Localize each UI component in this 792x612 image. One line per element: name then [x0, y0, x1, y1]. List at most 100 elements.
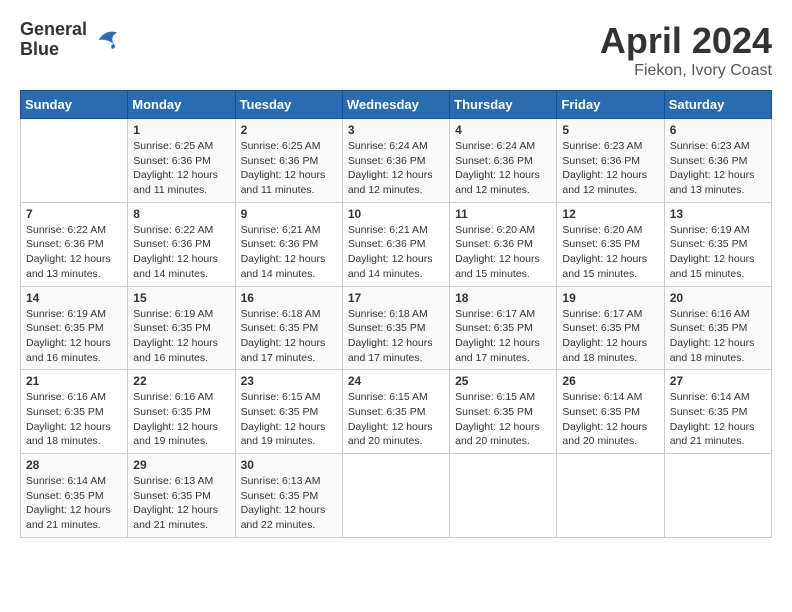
calendar-cell: 2Sunrise: 6:25 AMSunset: 6:36 PMDaylight…	[235, 119, 342, 203]
day-info: Sunrise: 6:24 AMSunset: 6:36 PMDaylight:…	[455, 139, 551, 198]
day-info: Sunrise: 6:23 AMSunset: 6:36 PMDaylight:…	[562, 139, 658, 198]
title-block: April 2024 Fiekon, Ivory Coast	[600, 20, 772, 80]
day-info: Sunrise: 6:18 AMSunset: 6:35 PMDaylight:…	[241, 307, 337, 366]
day-info: Sunrise: 6:15 AMSunset: 6:35 PMDaylight:…	[348, 390, 444, 449]
day-number: 26	[562, 374, 658, 388]
day-number: 23	[241, 374, 337, 388]
day-number: 27	[670, 374, 766, 388]
day-info: Sunrise: 6:14 AMSunset: 6:35 PMDaylight:…	[562, 390, 658, 449]
day-info: Sunrise: 6:18 AMSunset: 6:35 PMDaylight:…	[348, 307, 444, 366]
calendar-cell: 18 Sunrise: 6:17 AMSunset: 6:35 PMDayligh…	[450, 286, 557, 370]
day-info: Sunrise: 6:17 AMSunset: 6:35 PMDaylight:…	[562, 307, 658, 366]
day-info: Sunrise: 6:17 AMSunset: 6:35 PMDaylight:…	[455, 307, 551, 366]
day-number: 16	[241, 291, 337, 305]
day-number: 10	[348, 207, 444, 221]
calendar-cell: 22Sunrise: 6:16 AMSunset: 6:35 PMDayligh…	[128, 370, 235, 454]
calendar-cell: 4 Sunrise: 6:24 AMSunset: 6:36 PMDaylight…	[450, 119, 557, 203]
day-info: Sunrise: 6:19 AMSunset: 6:35 PMDaylight:…	[133, 307, 229, 366]
calendar-cell: 9 Sunrise: 6:21 AMSunset: 6:36 PMDaylight…	[235, 202, 342, 286]
day-number: 13	[670, 207, 766, 221]
day-number: 18	[455, 291, 551, 305]
day-number: 12	[562, 207, 658, 221]
calendar-week-row: 7Sunrise: 6:22 AMSunset: 6:36 PMDaylight…	[21, 202, 772, 286]
calendar-cell: 27 Sunrise: 6:14 AMSunset: 6:35 PMDayligh…	[664, 370, 771, 454]
day-info: Sunrise: 6:20 AMSunset: 6:36 PMDaylight:…	[455, 223, 551, 282]
day-info: Sunrise: 6:19 AMSunset: 6:35 PMDaylight:…	[670, 223, 766, 282]
calendar-cell: 5 Sunrise: 6:23 AMSunset: 6:36 PMDaylight…	[557, 119, 664, 203]
calendar-cell: 15 Sunrise: 6:19 AMSunset: 6:35 PMDayligh…	[128, 286, 235, 370]
calendar-week-row: 21 Sunrise: 6:16 AMSunset: 6:35 PMDayligh…	[21, 370, 772, 454]
calendar-cell: 20 Sunrise: 6:16 AMSunset: 6:35 PMDayligh…	[664, 286, 771, 370]
day-number: 17	[348, 291, 444, 305]
calendar-cell: 1 Sunrise: 6:25 AMSunset: 6:36 PMDaylight…	[128, 119, 235, 203]
weekday-header-monday: Monday	[128, 91, 235, 119]
calendar-cell	[664, 454, 771, 538]
calendar-cell: 23 Sunrise: 6:15 AMSunset: 6:35 PMDayligh…	[235, 370, 342, 454]
day-info: Sunrise: 6:16 AMSunset: 6:35 PMDaylight:…	[133, 390, 229, 449]
day-info: Sunrise: 6:14 AMSunset: 6:35 PMDaylight:…	[670, 390, 766, 449]
logo: General Blue	[20, 20, 121, 60]
calendar-cell: 11Sunrise: 6:20 AMSunset: 6:36 PMDayligh…	[450, 202, 557, 286]
calendar-cell: 7Sunrise: 6:22 AMSunset: 6:36 PMDaylight…	[21, 202, 128, 286]
day-info: Sunrise: 6:15 AMSunset: 6:35 PMDaylight:…	[241, 390, 337, 449]
day-info: Sunrise: 6:22 AMSunset: 6:36 PMDaylight:…	[26, 223, 122, 282]
day-info: Sunrise: 6:13 AMSunset: 6:35 PMDaylight:…	[241, 474, 337, 533]
calendar-cell: 29 Sunrise: 6:13 AMSunset: 6:35 PMDayligh…	[128, 454, 235, 538]
logo-line1: General	[20, 20, 87, 40]
day-info: Sunrise: 6:16 AMSunset: 6:35 PMDaylight:…	[26, 390, 122, 449]
day-number: 5	[562, 123, 658, 137]
calendar-cell: 19Sunrise: 6:17 AMSunset: 6:35 PMDayligh…	[557, 286, 664, 370]
day-info: Sunrise: 6:23 AMSunset: 6:36 PMDaylight:…	[670, 139, 766, 198]
calendar-cell: 16 Sunrise: 6:18 AMSunset: 6:35 PMDayligh…	[235, 286, 342, 370]
calendar-subtitle: Fiekon, Ivory Coast	[600, 62, 772, 80]
calendar-cell: 10 Sunrise: 6:21 AMSunset: 6:36 PMDayligh…	[342, 202, 449, 286]
day-number: 14	[26, 291, 122, 305]
day-info: Sunrise: 6:25 AMSunset: 6:36 PMDaylight:…	[133, 139, 229, 198]
day-number: 29	[133, 458, 229, 472]
weekday-header-wednesday: Wednesday	[342, 91, 449, 119]
weekday-header-friday: Friday	[557, 91, 664, 119]
day-info: Sunrise: 6:14 AMSunset: 6:35 PMDaylight:…	[26, 474, 122, 533]
calendar-title: April 2024	[600, 20, 772, 62]
day-info: Sunrise: 6:21 AMSunset: 6:36 PMDaylight:…	[241, 223, 337, 282]
day-info: Sunrise: 6:25 AMSunset: 6:36 PMDaylight:…	[241, 139, 337, 198]
day-number: 15	[133, 291, 229, 305]
calendar-cell: 14 Sunrise: 6:19 AMSunset: 6:35 PMDayligh…	[21, 286, 128, 370]
day-info: Sunrise: 6:20 AMSunset: 6:35 PMDaylight:…	[562, 223, 658, 282]
day-number: 21	[26, 374, 122, 388]
calendar-cell	[21, 119, 128, 203]
weekday-header-saturday: Saturday	[664, 91, 771, 119]
calendar-cell: 12 Sunrise: 6:20 AMSunset: 6:35 PMDayligh…	[557, 202, 664, 286]
calendar-cell	[450, 454, 557, 538]
weekday-header-row: SundayMondayTuesdayWednesdayThursdayFrid…	[21, 91, 772, 119]
calendar-cell	[342, 454, 449, 538]
day-info: Sunrise: 6:19 AMSunset: 6:35 PMDaylight:…	[26, 307, 122, 366]
day-number: 20	[670, 291, 766, 305]
calendar-header: SundayMondayTuesdayWednesdayThursdayFrid…	[21, 91, 772, 119]
weekday-header-thursday: Thursday	[450, 91, 557, 119]
calendar-cell: 25Sunrise: 6:15 AMSunset: 6:35 PMDayligh…	[450, 370, 557, 454]
calendar-cell	[557, 454, 664, 538]
calendar-week-row: 1 Sunrise: 6:25 AMSunset: 6:36 PMDaylight…	[21, 119, 772, 203]
day-info: Sunrise: 6:21 AMSunset: 6:36 PMDaylight:…	[348, 223, 444, 282]
day-number: 25	[455, 374, 551, 388]
day-number: 9	[241, 207, 337, 221]
page-header: General Blue April 2024 Fiekon, Ivory Co…	[20, 20, 772, 80]
day-info: Sunrise: 6:16 AMSunset: 6:35 PMDaylight:…	[670, 307, 766, 366]
day-info: Sunrise: 6:13 AMSunset: 6:35 PMDaylight:…	[133, 474, 229, 533]
day-number: 1	[133, 123, 229, 137]
calendar-cell: 3Sunrise: 6:24 AMSunset: 6:36 PMDaylight…	[342, 119, 449, 203]
calendar-table: SundayMondayTuesdayWednesdayThursdayFrid…	[20, 90, 772, 538]
calendar-cell: 30 Sunrise: 6:13 AMSunset: 6:35 PMDayligh…	[235, 454, 342, 538]
logo-line2: Blue	[20, 40, 87, 60]
day-number: 4	[455, 123, 551, 137]
day-number: 30	[241, 458, 337, 472]
day-number: 6	[670, 123, 766, 137]
calendar-week-row: 28 Sunrise: 6:14 AMSunset: 6:35 PMDayligh…	[21, 454, 772, 538]
weekday-header-tuesday: Tuesday	[235, 91, 342, 119]
day-number: 28	[26, 458, 122, 472]
logo-bird-icon	[91, 25, 121, 55]
calendar-cell: 28 Sunrise: 6:14 AMSunset: 6:35 PMDayligh…	[21, 454, 128, 538]
calendar-cell: 26 Sunrise: 6:14 AMSunset: 6:35 PMDayligh…	[557, 370, 664, 454]
calendar-cell: 17 Sunrise: 6:18 AMSunset: 6:35 PMDayligh…	[342, 286, 449, 370]
